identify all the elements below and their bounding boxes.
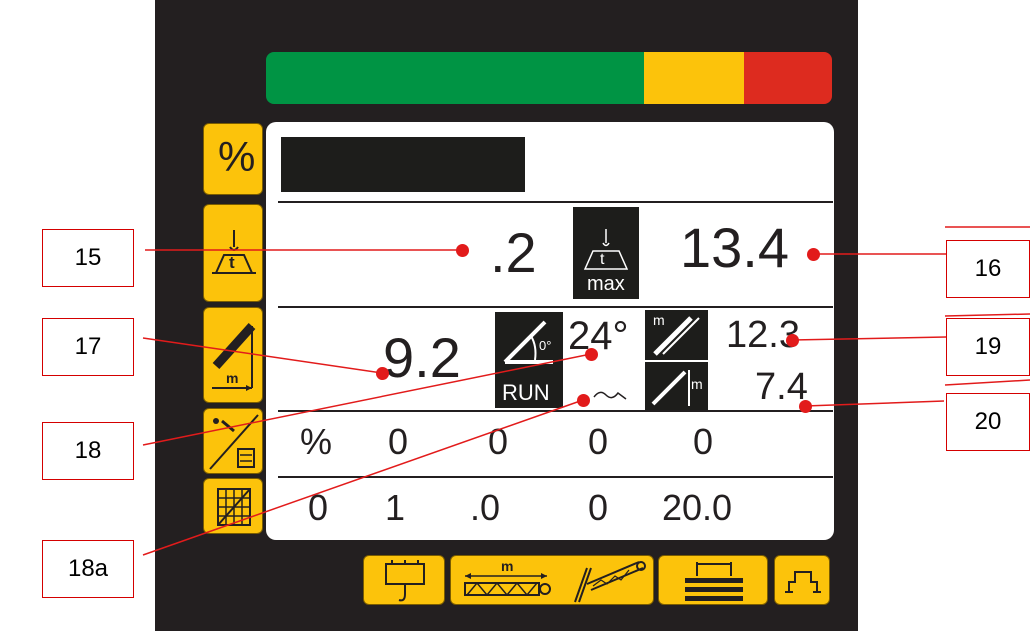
callout-dot-16 bbox=[807, 248, 820, 261]
callout-lines bbox=[142, 226, 1030, 556]
callout-19: 19 bbox=[946, 318, 1030, 376]
callout-dot-18a bbox=[577, 394, 590, 407]
callout-17: 17 bbox=[42, 318, 134, 376]
callout-dot-18 bbox=[585, 348, 598, 361]
callout-18: 18 bbox=[42, 422, 134, 480]
callout-20: 20 bbox=[946, 393, 1030, 451]
callout-18a: 18a bbox=[42, 540, 134, 598]
callout-dot-17 bbox=[376, 367, 389, 380]
callout-dot-20 bbox=[799, 400, 812, 413]
callout-dot-19 bbox=[786, 334, 799, 347]
callout-16: 16 bbox=[946, 240, 1030, 298]
callout-15: 15 bbox=[42, 229, 134, 287]
callout-dot-15 bbox=[456, 244, 469, 257]
